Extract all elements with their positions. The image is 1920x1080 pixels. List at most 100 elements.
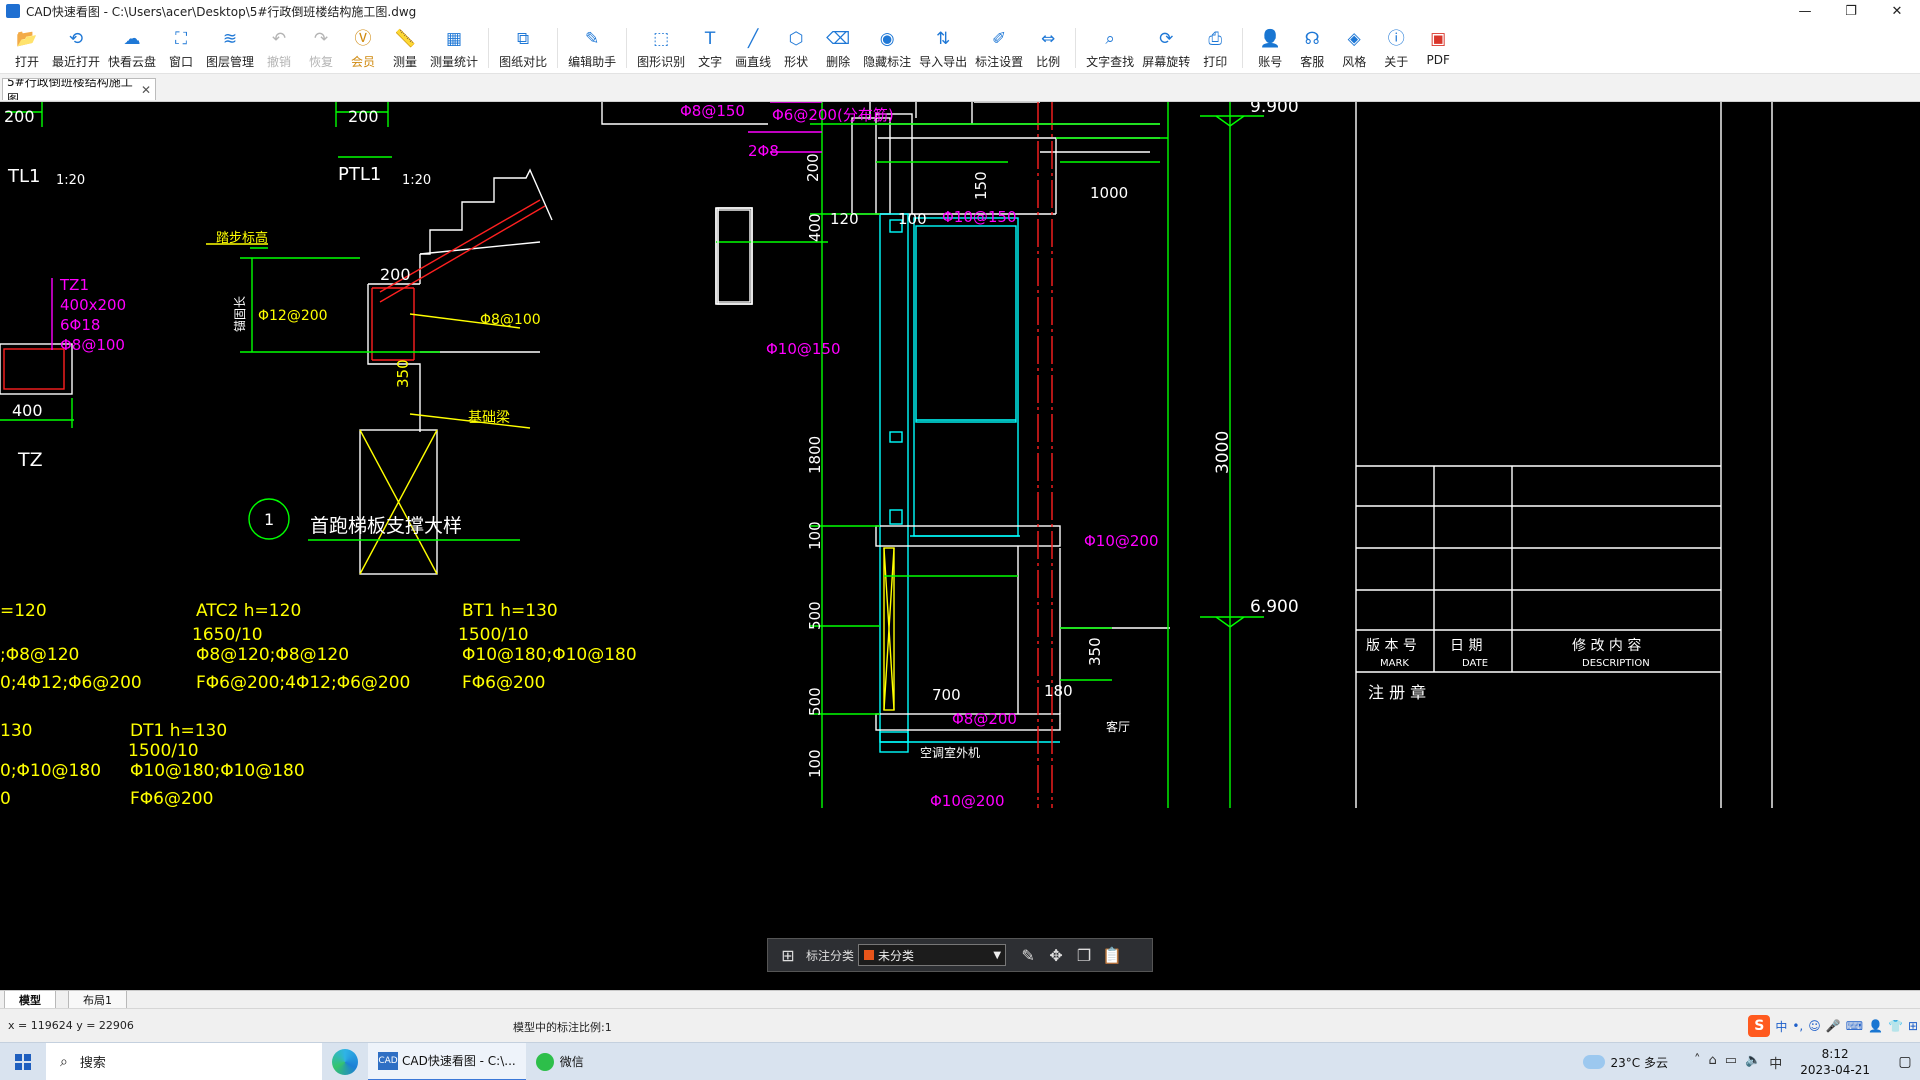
- paste-icon[interactable]: 📋: [1098, 941, 1126, 969]
- toolbar-button-window[interactable]: ⛶ 窗口: [164, 22, 198, 74]
- toolbar-button-pdf[interactable]: ▣ PDF: [1421, 22, 1455, 74]
- copy-icon[interactable]: ❐: [1070, 941, 1098, 969]
- toolbar-button-import-export[interactable]: ⇅ 导入导出: [919, 22, 967, 74]
- toolbar-button-label: 比例: [1036, 55, 1061, 69]
- dim-200-c: 200: [380, 265, 411, 284]
- toolbar-button-label: PDF: [1426, 53, 1450, 67]
- notification-icon[interactable]: ▢: [1890, 1054, 1920, 1070]
- taskbar-app-wechat[interactable]: 微信: [526, 1043, 594, 1080]
- ime-tool-icon[interactable]: ⌨: [1846, 1019, 1863, 1033]
- toolbar-button-label: 图形识别: [637, 55, 686, 69]
- toolbar-button-eraser[interactable]: ⌫ 删除: [821, 22, 855, 74]
- toolbar-button-shape-recognize[interactable]: ⬚ 图形识别: [637, 22, 685, 74]
- close-button[interactable]: ✕: [1874, 0, 1920, 22]
- toolbar-button-label: 屏幕旋转: [1142, 55, 1191, 69]
- edge-browser-icon[interactable]: [332, 1048, 358, 1075]
- tab-layout1[interactable]: 布局1: [68, 991, 127, 1009]
- toolbar-separator: [488, 28, 490, 68]
- ime-tool-icon[interactable]: 👤: [1868, 1019, 1883, 1033]
- toolbar-separator: [557, 28, 559, 68]
- chevron-up-icon[interactable]: ˄: [1694, 1053, 1701, 1072]
- toolbar-button-text-search[interactable]: ⌕ 文字查找: [1086, 22, 1134, 74]
- move-icon[interactable]: ✥: [1042, 941, 1070, 969]
- toolbar-button-label: 标注设置: [975, 55, 1024, 69]
- toolbar-button-label: 关于: [1384, 55, 1409, 69]
- ime-tool-icon[interactable]: 🎤: [1826, 1019, 1841, 1033]
- weather-widget[interactable]: 23°C 多云: [1582, 1054, 1668, 1071]
- toolbar-button-label: 账号: [1258, 55, 1283, 69]
- grid-icon[interactable]: ⊞: [774, 941, 802, 969]
- ime-tool-icon[interactable]: 中: [1775, 1018, 1787, 1035]
- toolbar-button-text[interactable]: T 文字: [693, 22, 727, 74]
- stair-c3-l4: FΦ6@200: [462, 673, 545, 693]
- minimize-button[interactable]: —: [1782, 0, 1828, 22]
- tz1-bars: 6Φ18: [60, 316, 100, 334]
- close-tab-icon[interactable]: ✕: [141, 83, 151, 97]
- section-labels: Φ8@150 Φ6@200(分布筋) 2Φ8 200 120 100 150 Φ…: [680, 102, 1299, 810]
- ime-tool-icon[interactable]: ⊞: [1908, 1019, 1918, 1033]
- toolbar-button-account[interactable]: 👤 账号: [1253, 22, 1287, 74]
- toolbar-button-rotate-screen[interactable]: ⟳ 屏幕旋转: [1142, 22, 1190, 74]
- toolbar-separator: [1075, 28, 1077, 68]
- document-tab[interactable]: 5#行政倒班楼结构施工图 ✕: [2, 78, 156, 100]
- taskbar-app-cad[interactable]: CAD CAD快速看图 - C:\...: [368, 1042, 526, 1080]
- toolbar-button-history[interactable]: ⟲ 最近打开: [52, 22, 100, 74]
- document-tab-bar: 5#行政倒班楼结构施工图 ✕: [0, 74, 1920, 102]
- toolbar-button-headset[interactable]: ☊ 客服: [1295, 22, 1329, 74]
- clock[interactable]: 8:12 2023-04-21: [1800, 1046, 1870, 1078]
- battery-icon[interactable]: ▭: [1725, 1053, 1737, 1072]
- toolbar-button-eye-hide[interactable]: ◉ 隐藏标注: [863, 22, 911, 74]
- text-icon: T: [704, 29, 716, 49]
- toolbar-button-label: 撤销: [267, 55, 292, 69]
- taskbar-search[interactable]: ⌕ 搜索: [46, 1042, 322, 1080]
- toolbar-button-layers[interactable]: ≋ 图层管理: [206, 22, 254, 74]
- toolbar-button-info[interactable]: ⓘ 关于: [1379, 22, 1413, 74]
- layers-icon: ≋: [222, 29, 238, 49]
- toolbar-button-annotation-settings[interactable]: ✐ 标注设置: [975, 22, 1023, 74]
- stair-c3-l2: 1500/10: [458, 625, 529, 645]
- ime-tool-icon[interactable]: 👕: [1888, 1019, 1903, 1033]
- toolbar-button-redo[interactable]: ↷ 恢复: [304, 22, 338, 74]
- toolbar-button-folder-open[interactable]: 📂 打开: [10, 22, 44, 74]
- annotation-scale-text: 模型中的标注比例:1: [513, 1021, 612, 1034]
- toolbar-button-printer[interactable]: ⎙ 打印: [1198, 22, 1232, 74]
- toolbar-button-scale[interactable]: ⇔ 比例: [1031, 22, 1065, 74]
- system-tray: 23°C 多云 ˄ ⌂ ▭ 🔈 中 8:12 2023-04-21 ▢: [1582, 1043, 1920, 1080]
- compare-icon: ⧉: [516, 29, 530, 49]
- volume-icon[interactable]: 🔈: [1745, 1053, 1761, 1072]
- sogou-ime-icon[interactable]: S: [1748, 1015, 1771, 1037]
- text-search-icon: ⌕: [1105, 29, 1115, 49]
- ime-tool-icon[interactable]: •,: [1792, 1019, 1803, 1033]
- rebar-12-label: Φ12@200: [258, 308, 328, 324]
- ime-tool-icon[interactable]: ☺: [1808, 1019, 1821, 1033]
- toolbar-button-line[interactable]: ╱ 画直线: [735, 22, 771, 74]
- edit-icon[interactable]: ✎: [1014, 941, 1042, 969]
- tab-model[interactable]: 模型: [4, 991, 56, 1009]
- toolbar-button-style[interactable]: ◈ 风格: [1337, 22, 1371, 74]
- toolbar-separator: [626, 28, 628, 68]
- annotation-category-select[interactable]: 未分类 ▼: [858, 944, 1007, 966]
- living-room-label: 客厅: [1106, 719, 1130, 734]
- toolbar-button-compare[interactable]: ⧉ 图纸对比: [499, 22, 547, 74]
- network-icon[interactable]: ⌂: [1708, 1053, 1716, 1072]
- category-color-swatch: [864, 950, 875, 960]
- toolbar-button-ruler[interactable]: 📏 测量: [388, 22, 422, 74]
- toolbar-button-label: 客服: [1300, 55, 1325, 69]
- stair-table: =120 ;Φ8@120 0;4Φ12;Φ6@200 ATC2 h=120 16…: [0, 601, 637, 809]
- annotation-settings-icon: ✐: [992, 29, 1007, 49]
- toolbar-button-label: 编辑助手: [568, 55, 617, 69]
- window-title: CAD快速看图 - C:\Users\acer\Desktop\5#行政倒班楼结…: [26, 4, 417, 19]
- toolbar-button-vip[interactable]: Ⓥ 会员: [346, 22, 380, 74]
- maximize-button[interactable]: ❐: [1828, 0, 1874, 22]
- clock-date: 2023-04-21: [1800, 1063, 1870, 1077]
- toolbar-button-label: 测量统计: [430, 55, 479, 69]
- toolbar-button-undo[interactable]: ↶ 撤销: [262, 22, 296, 74]
- drawing-canvas[interactable]: 200 200 TL1 1:20 PTL1 1:20 TZ1 400x200 6…: [0, 102, 1920, 990]
- taskbar-app-cad-label: CAD快速看图 - C:\...: [402, 1054, 516, 1068]
- toolbar-button-edit-assistant[interactable]: ✎ 编辑助手: [568, 22, 616, 74]
- start-button[interactable]: [0, 1043, 46, 1080]
- toolbar-button-measure-stats[interactable]: ▦ 测量统计: [430, 22, 478, 74]
- toolbar-button-cloud[interactable]: ☁ 快看云盘: [108, 22, 156, 74]
- ime-mode-icon[interactable]: 中: [1769, 1053, 1782, 1072]
- toolbar-button-shape[interactable]: ⬡ 形状: [779, 22, 813, 74]
